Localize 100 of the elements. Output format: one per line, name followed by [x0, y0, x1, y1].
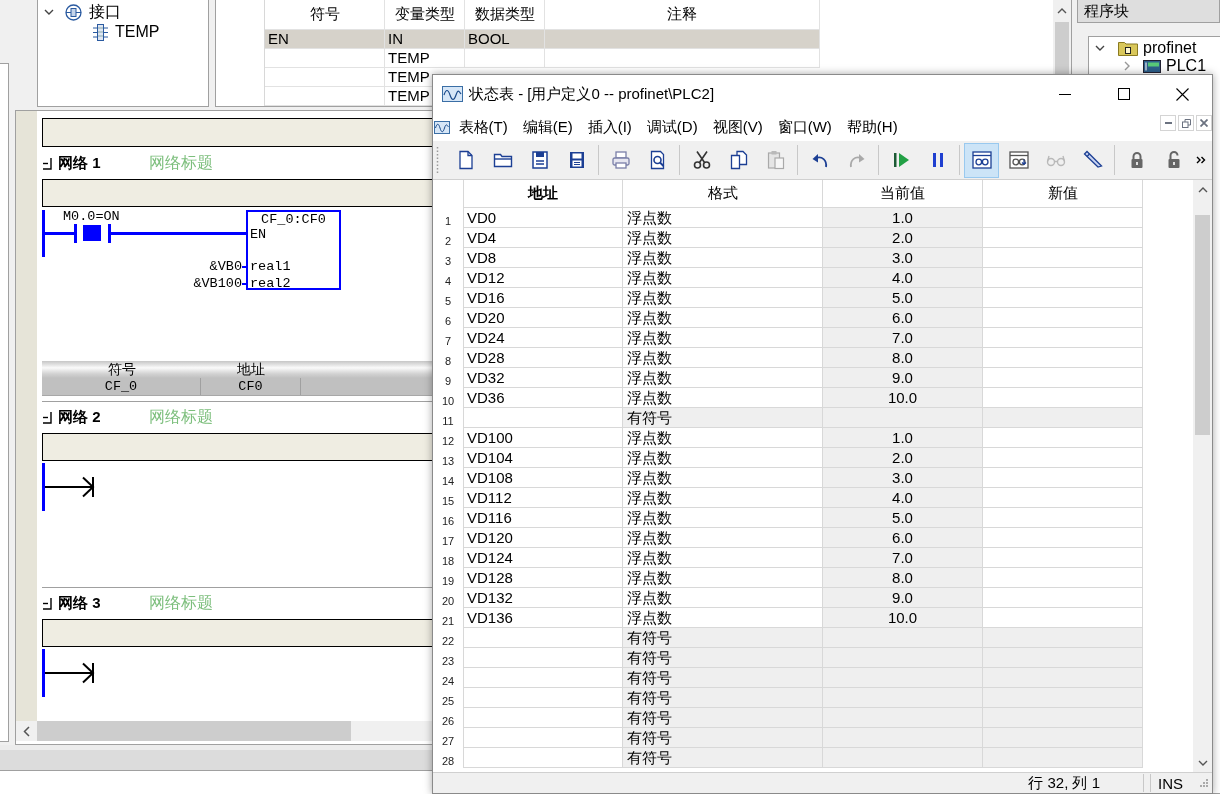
table-cell[interactable]: VD132	[464, 588, 623, 608]
vertical-scrollbar[interactable]	[1193, 180, 1212, 772]
table-cell[interactable]	[983, 608, 1143, 628]
table-cell[interactable]: VD128	[464, 568, 623, 588]
chevron-down-icon[interactable]	[1095, 43, 1105, 53]
table-cell[interactable]: 浮点数	[623, 288, 823, 308]
table-cell[interactable]: VD20	[464, 308, 623, 328]
restore-button[interactable]	[1178, 115, 1194, 131]
table-cell[interactable]	[983, 508, 1143, 528]
chevron-right-icon[interactable]	[1122, 61, 1132, 71]
table-cell[interactable]: 浮点数	[623, 348, 823, 368]
contact[interactable]	[74, 224, 111, 243]
table-cell[interactable]	[983, 248, 1143, 268]
table-cell[interactable]: VD100	[464, 428, 623, 448]
menu-item[interactable]: 表格(T)	[451, 115, 516, 139]
scrollbar-thumb[interactable]	[37, 721, 351, 741]
table-cell[interactable]	[983, 428, 1143, 448]
table-cell[interactable]	[983, 208, 1143, 228]
table-cell[interactable]	[983, 688, 1143, 708]
menu-item[interactable]: 编辑(E)	[515, 115, 581, 139]
table-cell[interactable]: VD136	[464, 608, 623, 628]
tree-item[interactable]: profinet	[1143, 39, 1197, 57]
horizontal-scrollbar[interactable]	[16, 721, 432, 741]
table-cell[interactable]: 有符号	[623, 688, 823, 708]
scrollbar-thumb[interactable]	[1055, 22, 1069, 74]
table-cell[interactable]	[983, 328, 1143, 348]
table-cell[interactable]	[464, 668, 623, 688]
table-cell[interactable]	[464, 628, 623, 648]
tree-item[interactable]: PLC1	[1166, 57, 1207, 75]
table-cell[interactable]	[983, 648, 1143, 668]
table-cell[interactable]	[983, 408, 1143, 428]
table-cell[interactable]: 有符号	[623, 668, 823, 688]
table-cell[interactable]	[983, 268, 1143, 288]
table-cell[interactable]: 浮点数	[623, 328, 823, 348]
table-cell[interactable]	[983, 288, 1143, 308]
menu-item[interactable]: 视图(V)	[705, 115, 771, 139]
table-cell[interactable]: 有符号	[623, 648, 823, 668]
table-cell[interactable]	[464, 688, 623, 708]
table-cell[interactable]: 浮点数	[623, 588, 823, 608]
tree-item[interactable]: TEMP	[115, 23, 160, 41]
table-cell[interactable]	[983, 528, 1143, 548]
collapse-icon[interactable]	[42, 156, 52, 170]
collapse-icon[interactable]	[42, 410, 52, 424]
chevron-down-icon[interactable]	[44, 7, 54, 17]
table-cell[interactable]: 浮点数	[623, 248, 823, 268]
table-cell[interactable]: VD124	[464, 548, 623, 568]
table-cell[interactable]: VD8	[464, 248, 623, 268]
function-block[interactable]: CF_0:CF0 EN real1 real2	[246, 210, 341, 290]
table-cell[interactable]: VD28	[464, 348, 623, 368]
table-cell[interactable]: VD16	[464, 288, 623, 308]
table-cell[interactable]: 浮点数	[623, 508, 823, 528]
table-cell[interactable]: VD120	[464, 528, 623, 548]
table-cell[interactable]: 有符号	[623, 728, 823, 748]
scroll-up-icon[interactable]	[1057, 8, 1067, 14]
toolbar-button[interactable]	[964, 142, 999, 178]
table-cell[interactable]	[983, 348, 1143, 368]
close-button[interactable]	[1196, 115, 1212, 131]
table-cell[interactable]: 浮点数	[623, 528, 823, 548]
table-cell[interactable]: VD32	[464, 368, 623, 388]
table-cell[interactable]: VD104	[464, 448, 623, 468]
tree-item[interactable]: 接口	[89, 1, 121, 23]
table-cell[interactable]: 有符号	[623, 628, 823, 648]
table-cell[interactable]: 浮点数	[623, 208, 823, 228]
menu-item[interactable]: 插入(I)	[580, 115, 640, 139]
table-cell[interactable]: VD0	[464, 208, 623, 228]
table-cell[interactable]	[464, 408, 623, 428]
scrollbar-thumb[interactable]	[1195, 215, 1210, 435]
table-cell[interactable]	[464, 708, 623, 728]
table-cell[interactable]	[983, 568, 1143, 588]
scroll-up-icon[interactable]	[1197, 186, 1208, 193]
table-cell[interactable]: 有符号	[623, 748, 823, 768]
table-cell[interactable]: 浮点数	[623, 388, 823, 408]
table-cell[interactable]	[983, 728, 1143, 748]
table-row[interactable]: EN IN BOOL	[265, 30, 820, 49]
menu-item[interactable]: 帮助(H)	[839, 115, 906, 139]
table-cell[interactable]	[983, 388, 1143, 408]
table-cell[interactable]: 有符号	[623, 708, 823, 728]
table-cell[interactable]: VD112	[464, 488, 623, 508]
table-cell[interactable]: VD4	[464, 228, 623, 248]
table-cell[interactable]: VD24	[464, 328, 623, 348]
table-cell[interactable]: 浮点数	[623, 488, 823, 508]
table-cell[interactable]: 浮点数	[623, 468, 823, 488]
vertical-scrollbar[interactable]	[1053, 0, 1071, 74]
scroll-left-icon[interactable]	[23, 725, 30, 737]
table-cell[interactable]: 浮点数	[623, 428, 823, 448]
table-cell[interactable]	[983, 748, 1143, 768]
table-cell[interactable]: 有符号	[623, 408, 823, 428]
table-cell[interactable]: 浮点数	[623, 608, 823, 628]
scroll-down-icon[interactable]	[1197, 759, 1208, 766]
table-cell[interactable]	[464, 648, 623, 668]
table-cell[interactable]	[464, 748, 623, 768]
table-cell[interactable]: VD36	[464, 388, 623, 408]
table-cell[interactable]	[464, 728, 623, 748]
table-cell[interactable]: 浮点数	[623, 268, 823, 288]
table-cell[interactable]: 浮点数	[623, 368, 823, 388]
table-cell[interactable]	[983, 368, 1143, 388]
menu-item[interactable]: 调试(D)	[639, 115, 706, 139]
menu-item[interactable]: 窗口(W)	[770, 115, 840, 139]
table-row[interactable]: TEMP	[265, 49, 820, 68]
table-cell[interactable]: VD116	[464, 508, 623, 528]
